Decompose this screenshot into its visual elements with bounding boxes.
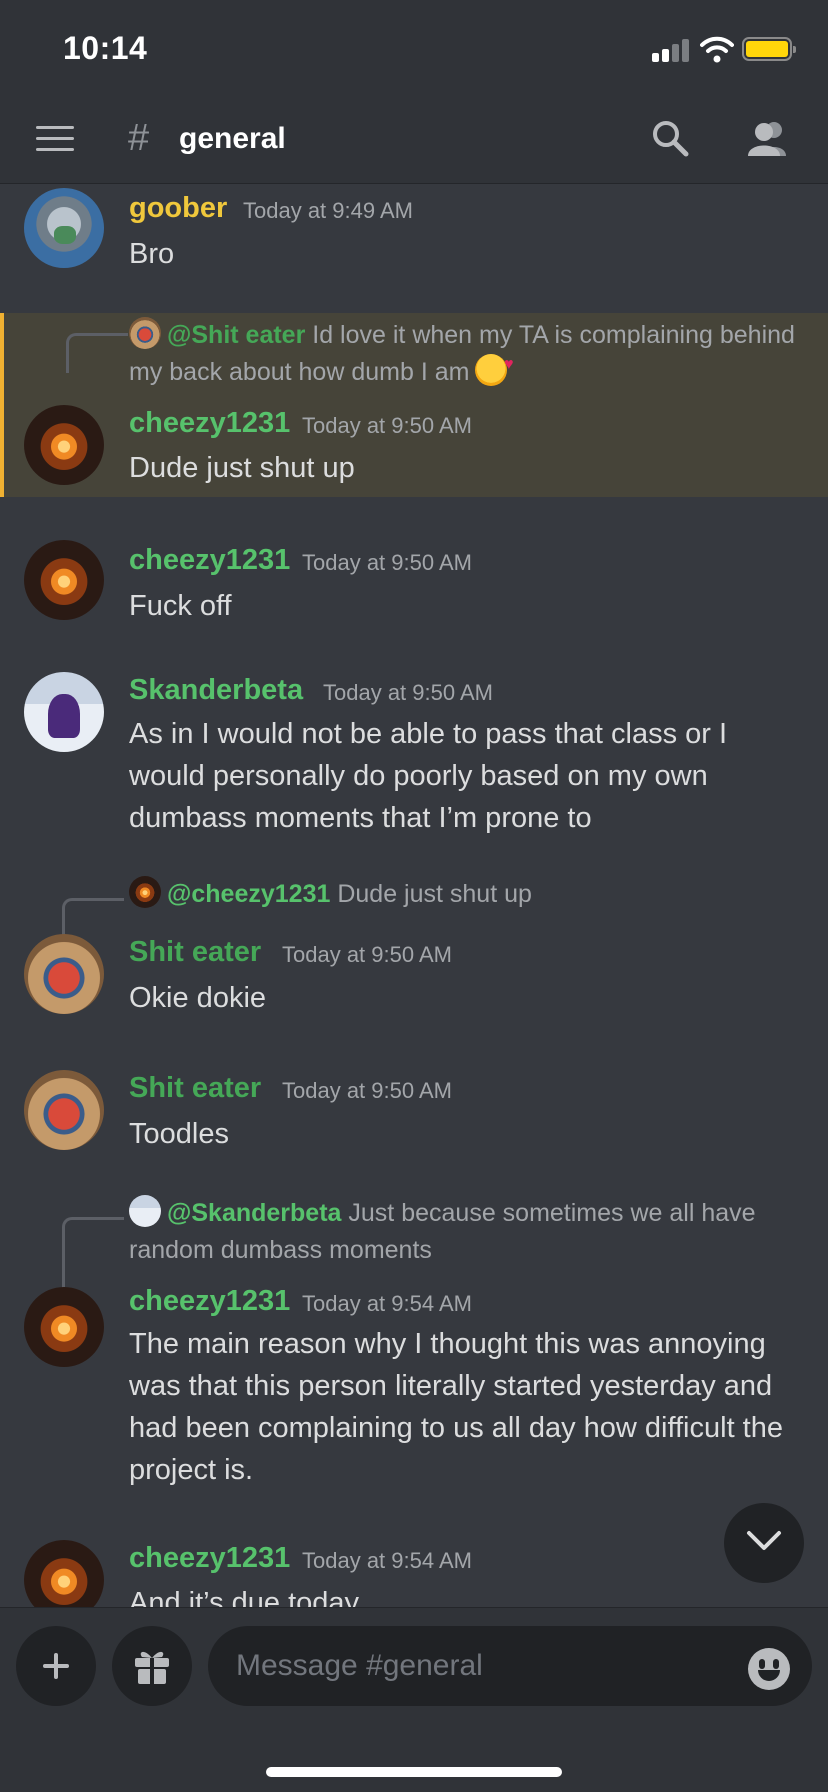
message-timestamp: Today at 9:54 AM: [302, 1291, 472, 1316]
message-timestamp: Today at 9:50 AM: [302, 413, 472, 438]
message-text: And it’s due today: [129, 1587, 360, 1607]
status-time: 10:14: [63, 30, 148, 66]
message-text: Fuck off: [129, 590, 232, 622]
reply-connector: [66, 333, 128, 373]
reply-avatar: [129, 876, 161, 908]
reply-avatar: [129, 317, 161, 349]
message-composer: [0, 1607, 828, 1792]
top-bar: 10:14 # general: [0, 0, 828, 184]
reply-text: Dude just shut up: [337, 880, 532, 908]
message-item[interactable]: @cheezy1231 Dude just shut up Shit eater…: [0, 876, 828, 1016]
message-text: Dude just shut up: [129, 452, 355, 484]
avatar[interactable]: [24, 1540, 104, 1607]
message-author[interactable]: cheezy1231: [129, 1285, 290, 1318]
chevron-down-icon: [747, 1531, 781, 1550]
message-item[interactable]: goober Today at 9:49 AM Bro: [0, 184, 828, 274]
reply-connector: [62, 898, 124, 938]
message-text: Bro: [129, 238, 175, 270]
message-author[interactable]: goober: [129, 192, 227, 225]
message-author[interactable]: Shit eater: [129, 1072, 261, 1105]
message-item[interactable]: cheezy1231 Today at 9:54 AM And it’s due…: [0, 1538, 828, 1607]
message-text: Okie dokie: [129, 982, 267, 1014]
avatar[interactable]: [24, 1287, 104, 1367]
message-text: Toodles: [129, 1118, 229, 1150]
reply-avatar: [129, 1195, 161, 1227]
reply-preview[interactable]: @Skanderbeta Just because sometimes we a…: [129, 1195, 809, 1269]
message-timestamp: Today at 9:50 AM: [323, 680, 493, 705]
reply-preview[interactable]: @Shit eater Id love it when my TA is com…: [129, 317, 809, 391]
message-item[interactable]: @Skanderbeta Just because sometimes we a…: [0, 1195, 828, 1495]
reply-connector: [62, 1217, 124, 1295]
emoji-picker-icon[interactable]: [748, 1648, 790, 1690]
avatar[interactable]: [24, 540, 104, 620]
members-icon[interactable]: [744, 118, 790, 158]
add-attachment-button[interactable]: [16, 1626, 96, 1706]
avatar[interactable]: [24, 405, 104, 485]
menu-icon[interactable]: [36, 126, 74, 152]
avatar[interactable]: [24, 188, 104, 268]
message-item[interactable]: Shit eater Today at 9:50 AM Toodles: [0, 1070, 828, 1160]
message-text: As in I would not be able to pass that c…: [129, 718, 728, 834]
reply-mention[interactable]: @Shit eater: [167, 321, 305, 349]
message-author[interactable]: Shit eater: [129, 936, 261, 969]
avatar[interactable]: [24, 1070, 104, 1150]
signal-icon: [652, 38, 690, 62]
home-indicator: [266, 1767, 562, 1777]
gift-button[interactable]: [112, 1626, 192, 1706]
channel-hash-icon: #: [128, 117, 150, 159]
message-author[interactable]: Skanderbeta: [129, 674, 303, 707]
message-timestamp: Today at 9:50 AM: [282, 942, 452, 967]
message-timestamp: Today at 9:49 AM: [243, 198, 413, 223]
message-author[interactable]: cheezy1231: [129, 1542, 290, 1575]
message-item[interactable]: Skanderbeta Today at 9:50 AM As in I wou…: [0, 670, 828, 840]
message-timestamp: Today at 9:50 AM: [302, 550, 472, 575]
avatar[interactable]: [24, 934, 104, 1014]
avatar[interactable]: [24, 672, 104, 752]
message-input[interactable]: [208, 1626, 812, 1706]
jump-to-bottom-button[interactable]: [724, 1503, 804, 1583]
message-item[interactable]: cheezy1231 Today at 9:50 AM Fuck off: [0, 538, 828, 628]
gift-icon: [135, 1651, 169, 1684]
message-author[interactable]: cheezy1231: [129, 407, 290, 440]
wifi-icon: [700, 36, 734, 63]
reply-preview[interactable]: @cheezy1231 Dude just shut up: [129, 876, 809, 913]
smiling-face-with-hearts-icon: [475, 346, 513, 386]
search-icon[interactable]: [650, 118, 690, 158]
message-timestamp: Today at 9:54 AM: [302, 1548, 472, 1573]
message-item-highlighted[interactable]: @Shit eater Id love it when my TA is com…: [0, 313, 828, 497]
message-timestamp: Today at 9:50 AM: [282, 1078, 452, 1103]
battery-icon: [742, 37, 796, 61]
reply-mention[interactable]: @Skanderbeta: [167, 1199, 341, 1227]
message-author[interactable]: cheezy1231: [129, 544, 290, 577]
message-text: The main reason why I thought this was a…: [129, 1328, 784, 1486]
reply-mention[interactable]: @cheezy1231: [167, 880, 330, 908]
channel-title: general: [179, 122, 286, 155]
